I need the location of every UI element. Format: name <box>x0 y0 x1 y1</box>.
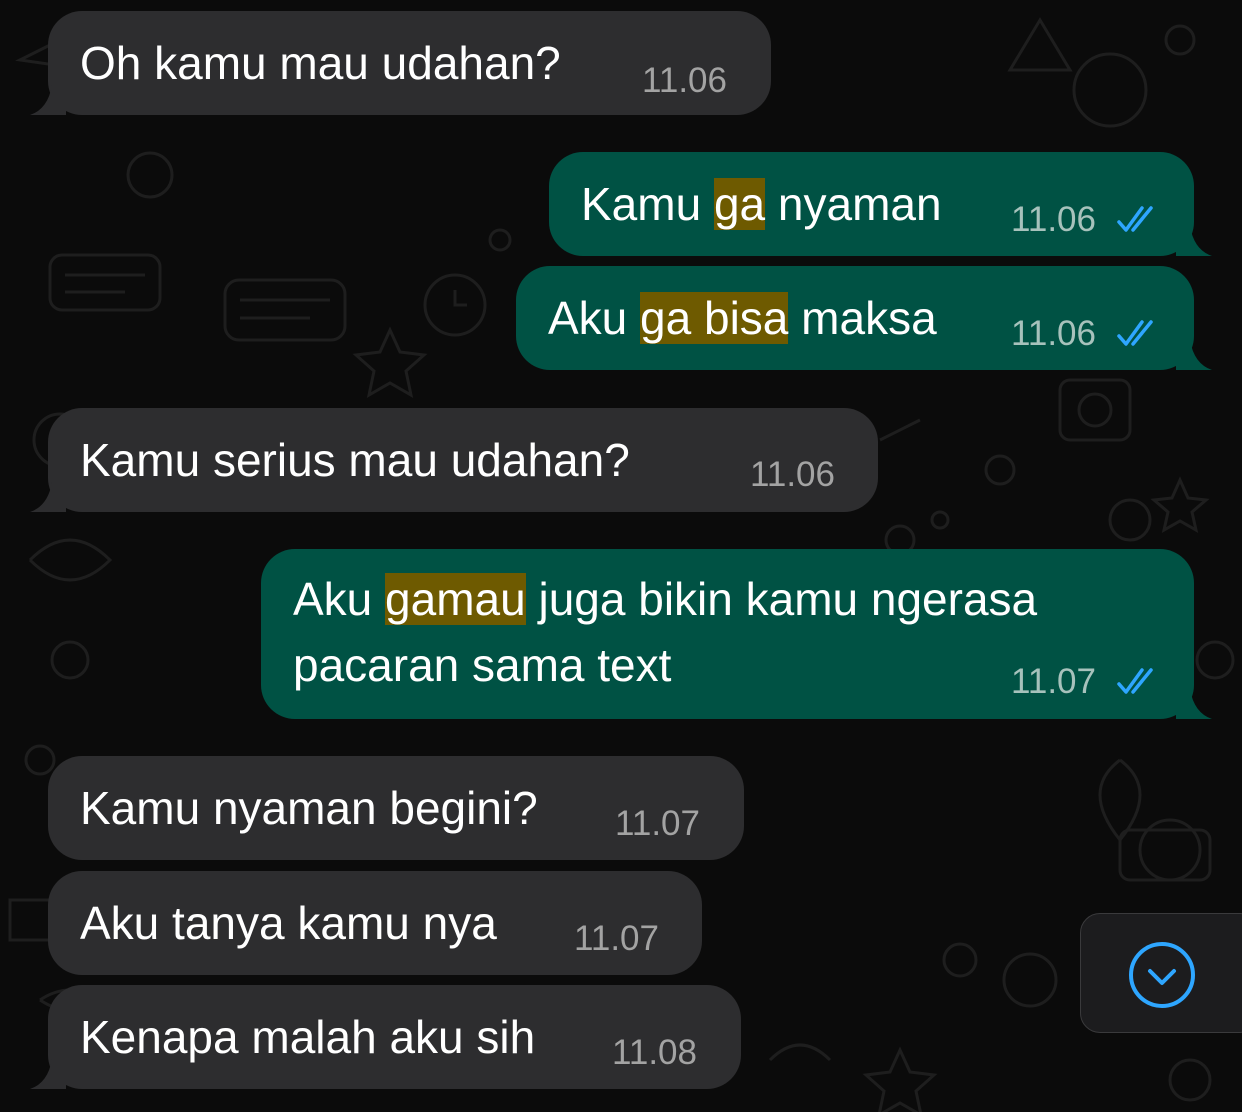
bubble-tail <box>1176 226 1212 256</box>
message-text: Kamu serius mau udahan? <box>80 434 630 486</box>
incoming-message[interactable]: Kamu nyaman begini? 11.07 <box>48 756 744 860</box>
message-list[interactable]: Oh kamu mau udahan? 11.06 Kamu ga nyaman… <box>0 0 1242 1112</box>
incoming-message[interactable]: Kenapa malah aku sih 11.08 <box>30 985 741 1089</box>
incoming-message[interactable]: Aku tanya kamu nya 11.07 <box>48 871 702 975</box>
message-time: 11.08 <box>612 1033 697 1072</box>
message-text: Aku ga bisa maksa <box>548 292 937 344</box>
incoming-message[interactable]: Kamu serius mau udahan? 11.06 <box>30 408 878 512</box>
message-time: 11.06 <box>642 61 727 100</box>
message-time: 11.06 <box>1011 314 1096 353</box>
scroll-to-bottom-button[interactable] <box>1080 913 1242 1033</box>
message-time: 11.06 <box>1011 200 1096 239</box>
read-receipt-icon <box>1117 206 1153 232</box>
outgoing-message[interactable]: Kamu ga nyaman 11.06 <box>549 152 1212 256</box>
message-time: 11.07 <box>1011 662 1096 701</box>
bubble-tail <box>30 85 66 115</box>
message-time: 11.07 <box>574 919 659 958</box>
incoming-message[interactable]: Oh kamu mau udahan? 11.06 <box>30 11 771 115</box>
bubble-tail <box>30 1059 66 1089</box>
outgoing-message[interactable]: Aku gamau juga bikin kamu ngerasa pacara… <box>261 549 1212 719</box>
message-text: Kamu ga nyaman <box>581 178 942 230</box>
message-text: Oh kamu mau udahan? <box>80 37 561 89</box>
message-text: Kenapa malah aku sih <box>80 1011 536 1063</box>
message-text: Aku gamau juga bikin kamu ngerasa <box>293 573 1038 625</box>
message-text: Kamu nyaman begini? <box>80 782 538 834</box>
bubble-tail <box>1176 689 1212 719</box>
read-receipt-icon <box>1117 668 1153 694</box>
message-text: Aku tanya kamu nya <box>80 897 497 949</box>
read-receipt-icon <box>1117 320 1153 346</box>
message-time: 11.06 <box>750 455 835 494</box>
message-time: 11.07 <box>615 804 700 843</box>
bubble-tail <box>30 482 66 512</box>
message-text-line-2: pacaran sama text <box>293 639 672 691</box>
outgoing-message[interactable]: Aku ga bisa maksa 11.06 <box>516 266 1212 370</box>
chevron-down-circle-icon <box>1129 942 1195 1008</box>
bubble-tail <box>1176 340 1212 370</box>
